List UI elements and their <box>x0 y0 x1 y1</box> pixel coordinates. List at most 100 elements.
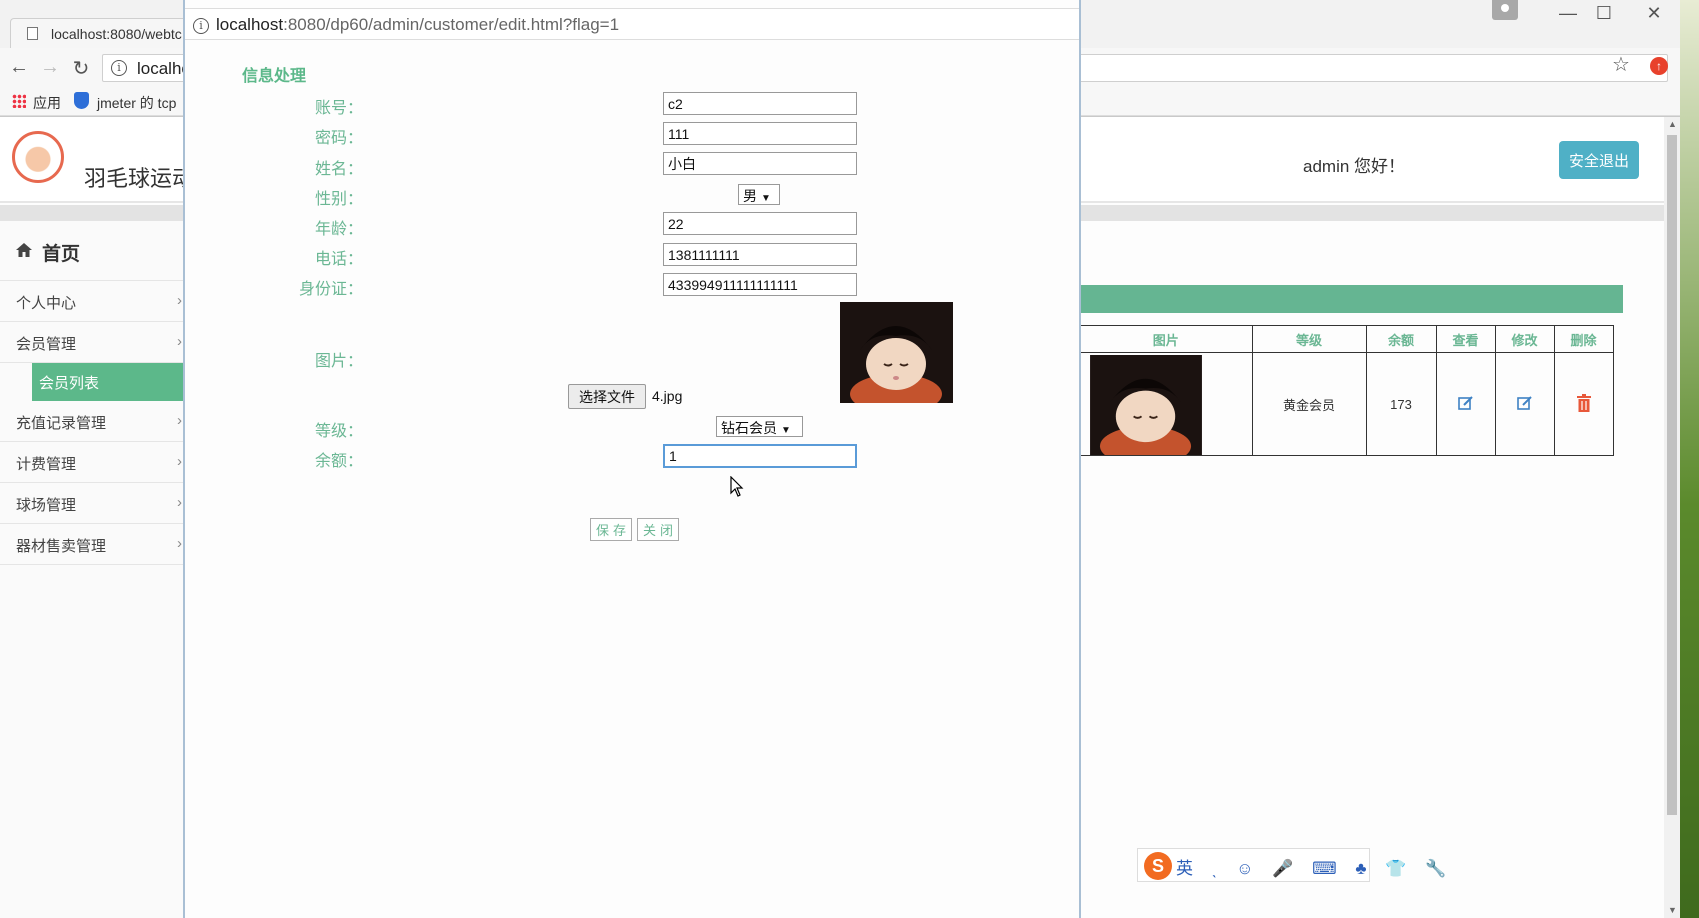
dropdown-arrow-icon: ▼ <box>781 425 791 436</box>
sidebar-item-billing[interactable]: 计费管理 › <box>0 442 185 483</box>
column-header: 图片 <box>1080 325 1253 353</box>
chevron-right-icon: › <box>177 333 182 350</box>
password-label: 密码： <box>314 130 363 147</box>
sidebar-item-label: 球场管理 <box>16 497 77 514</box>
sidebar-sub-member-list[interactable]: 会员列表 <box>32 363 185 401</box>
account-label: 账号： <box>314 100 363 117</box>
extension-icon[interactable]: ↑ <box>1650 57 1668 75</box>
sidebar-item-equipment[interactable]: 器材售卖管理 › <box>0 524 185 565</box>
delete-button[interactable] <box>1553 352 1614 456</box>
address-text: localhc <box>137 59 190 78</box>
bookmark-jmeter[interactable]: jmeter 的 tcp <box>97 93 176 113</box>
sidebar-item-label: 计费管理 <box>16 456 77 473</box>
id-card-input[interactable] <box>663 273 857 296</box>
save-button[interactable]: 保存 <box>590 518 632 541</box>
minimize-button[interactable]: — <box>1548 3 1588 24</box>
choose-file-button[interactable]: 选择文件 <box>568 384 646 409</box>
site-title: 羽毛球运动 <box>84 166 195 191</box>
table-header-row: 图片 等级 余额 查看 修改 删除 <box>1080 325 1614 353</box>
reload-icon[interactable]: ↻ <box>68 56 94 81</box>
chevron-right-icon: › <box>177 535 182 552</box>
sogou-logo-icon: S <box>1144 852 1172 880</box>
bookmark-apps[interactable]: 应用 <box>33 93 61 113</box>
form-title: 信息处理 <box>242 68 307 85</box>
maximize-button[interactable]: ☐ <box>1584 3 1624 24</box>
bookmark-star-icon[interactable]: ☆ <box>1612 52 1630 77</box>
info-icon[interactable]: i <box>111 60 127 76</box>
member-photo-cell <box>1080 352 1253 456</box>
level-value: 钻石会员 <box>721 420 777 436</box>
edit-button[interactable] <box>1494 352 1555 456</box>
user-greeting: admin 您好！ <box>1303 157 1406 176</box>
column-header: 等级 <box>1251 325 1367 353</box>
popup-address-bar[interactable]: i localhost:8080/dp60/admin/customer/edi… <box>185 8 1079 40</box>
sidebar-item-label: 个人中心 <box>16 295 77 312</box>
info-icon[interactable]: i <box>193 18 209 34</box>
photo-label: 图片： <box>314 353 363 370</box>
sidebar-item-recharge[interactable]: 充值记录管理 › <box>0 401 185 442</box>
table-row: 黄金会员 173 <box>1080 352 1614 456</box>
content-title-bar <box>1078 285 1623 313</box>
gender-value: 男 <box>743 188 757 204</box>
site-logo <box>12 131 64 183</box>
profile-icon[interactable] <box>1492 0 1518 20</box>
column-header: 删除 <box>1553 325 1614 353</box>
gender-select[interactable]: 男 ▼ <box>738 184 780 205</box>
popup-url-path: :8080/dp60/admin/customer/edit.html?flag… <box>283 15 620 34</box>
chevron-right-icon: › <box>177 412 182 429</box>
member-photo <box>1090 355 1202 455</box>
sidebar-item-label: 器材售卖管理 <box>16 538 107 555</box>
sidebar: 首页 个人中心 › 会员管理 › 会员列表 充值记录管理 › 计费管理 › 球场管理 › … <box>0 221 185 918</box>
forward-icon[interactable]: → <box>37 56 63 79</box>
sidebar-item-personal[interactable]: 个人中心 › <box>0 281 185 322</box>
account-input[interactable] <box>663 92 857 115</box>
column-header: 查看 <box>1435 325 1496 353</box>
edit-popup-window: i localhost:8080/dp60/admin/customer/edi… <box>183 0 1081 918</box>
home-icon <box>16 243 32 257</box>
logout-button[interactable]: 安全退出 <box>1559 141 1639 179</box>
sidebar-item-label: 充值记录管理 <box>16 415 107 432</box>
column-header: 余额 <box>1365 325 1437 353</box>
member-photo-preview <box>840 302 953 403</box>
back-icon[interactable]: ← <box>6 56 32 79</box>
level-select[interactable]: 钻石会员 ▼ <box>716 416 803 437</box>
view-icon <box>1457 395 1473 410</box>
name-label: 姓名： <box>314 161 363 178</box>
view-button[interactable] <box>1435 352 1496 456</box>
browser-tab[interactable]: localhost:8080/webtc <box>10 18 210 48</box>
sidebar-item-label: 会员管理 <box>16 336 77 353</box>
phone-input[interactable] <box>663 243 857 266</box>
scrollbar-thumb[interactable] <box>1667 135 1677 815</box>
gender-label: 性别： <box>314 191 363 208</box>
name-input[interactable] <box>663 152 857 175</box>
selected-file-name: 4.jpg <box>652 388 683 404</box>
dropdown-arrow-icon: ▼ <box>761 193 771 204</box>
close-window-button[interactable]: ✕ <box>1634 3 1674 24</box>
sidebar-home-label: 首页 <box>42 244 81 265</box>
apps-grid-icon[interactable] <box>12 94 26 108</box>
password-input[interactable] <box>663 122 857 145</box>
close-button[interactable]: 关闭 <box>637 518 679 541</box>
ime-items: 英 ˎ ☺ 🎤 ⌨ ♣ 👕 🔧 <box>1176 859 1454 878</box>
mouse-cursor-icon <box>730 476 744 497</box>
ime-toolbar[interactable]: S 英 ˎ ☺ 🎤 ⌨ ♣ 👕 🔧 <box>1137 848 1446 882</box>
age-input[interactable] <box>663 212 857 235</box>
column-header: 修改 <box>1494 325 1555 353</box>
trash-icon <box>1576 393 1591 412</box>
level-label: 等级： <box>314 423 363 440</box>
chevron-right-icon: › <box>177 494 182 511</box>
member-balance: 173 <box>1365 352 1437 456</box>
scrollbar[interactable]: ▲ ▼ <box>1664 117 1680 918</box>
chevron-right-icon: › <box>177 453 182 470</box>
edit-icon <box>1516 395 1532 410</box>
member-level: 黄金会员 <box>1251 352 1367 456</box>
scroll-up-arrow-icon[interactable]: ▲ <box>1668 119 1677 129</box>
shield-icon <box>74 92 89 109</box>
sidebar-item-courts[interactable]: 球场管理 › <box>0 483 185 524</box>
popup-url-host: localhost <box>216 15 284 34</box>
sidebar-home[interactable]: 首页 <box>0 221 185 281</box>
member-table: 图片 等级 余额 查看 修改 删除 黄金会员 173 <box>1080 325 1614 456</box>
scroll-down-arrow-icon[interactable]: ▼ <box>1668 905 1677 915</box>
sidebar-item-members[interactable]: 会员管理 › <box>0 322 185 363</box>
balance-input[interactable] <box>663 444 857 468</box>
